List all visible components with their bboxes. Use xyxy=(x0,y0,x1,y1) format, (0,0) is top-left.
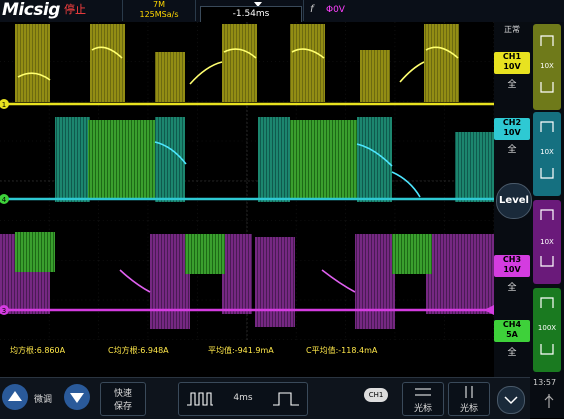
triangle-down-icon xyxy=(70,393,84,403)
triangle-up-icon xyxy=(8,391,22,401)
ch2-side-menu[interactable]: 10X xyxy=(533,112,561,196)
vertical-cursor-icon xyxy=(465,386,473,398)
chevron-down-icon xyxy=(504,396,518,405)
timebase-control[interactable]: 4ms xyxy=(178,382,308,416)
clock: 13:57 xyxy=(533,378,557,387)
quick-save-button[interactable]: 快速 保存 xyxy=(100,382,146,416)
bottom-toolbar: 微调 快速 保存 4ms CH1 光标 光标 xyxy=(0,377,530,419)
ch3-side-menu[interactable]: 10X xyxy=(533,200,561,284)
expand-menu-button[interactable] xyxy=(497,386,525,414)
fine-down-button[interactable] xyxy=(64,384,90,410)
ch4-label[interactable]: CH4 5A xyxy=(494,320,530,342)
top-status-bar: Micsig 停止 7M 125MSa/s -1.54ms f Φ0V xyxy=(0,0,564,23)
trigger-mode[interactable]: 正常 xyxy=(494,24,530,35)
ch1-label[interactable]: CH1 10V xyxy=(494,52,530,74)
run-status[interactable]: 停止 xyxy=(64,3,86,17)
ch4-side-menu[interactable]: 100X xyxy=(533,288,561,372)
time-offset-display[interactable]: -1.54ms xyxy=(200,6,302,23)
vertical-cursor-button[interactable]: 光标 xyxy=(448,382,490,416)
ch1-coupling[interactable]: 全 xyxy=(494,77,530,90)
ch3-coupling[interactable]: 全 xyxy=(494,280,530,293)
ch3-label[interactable]: CH3 10V xyxy=(494,255,530,277)
trigger-info[interactable]: f Φ0V xyxy=(303,0,494,21)
svg-text:3: 3 xyxy=(2,307,6,315)
waveform-display[interactable]: 1 4 3 xyxy=(0,22,494,340)
acquisition-info[interactable]: 7M 125MSa/s xyxy=(122,0,196,21)
svg-text:4: 4 xyxy=(2,196,7,204)
level-button[interactable]: Level xyxy=(496,183,532,219)
brand-logo: Micsig xyxy=(2,0,60,20)
horizontal-cursor-icon xyxy=(415,388,431,396)
meas-rms: 均方根:6.860A xyxy=(10,346,66,355)
ch2-label[interactable]: CH2 10V xyxy=(494,118,530,140)
meas-mean: 平均值:-941.9mA xyxy=(208,346,274,355)
fine-up-button[interactable] xyxy=(2,384,28,410)
cursor-channel-badge[interactable]: CH1 xyxy=(364,388,388,402)
fine-adjust-label: 微调 xyxy=(34,395,53,405)
usb-icon xyxy=(544,394,554,408)
timebase-decrease-icon[interactable] xyxy=(185,389,215,409)
meas-cycle-mean: C平均值:-118.4mA xyxy=(306,346,378,355)
ch1-side-menu[interactable]: 10X xyxy=(533,24,561,110)
sample-rate: 125MSa/s xyxy=(139,10,179,19)
timebase-increase-icon[interactable] xyxy=(271,389,301,409)
meas-cycle-rms: C均方根:6.948A xyxy=(108,346,169,355)
ch4-coupling[interactable]: 全 xyxy=(494,345,530,358)
ch2-coupling[interactable]: 全 xyxy=(494,142,530,155)
trigger-level: Φ0V xyxy=(326,5,345,15)
measurement-bar: 均方根:6.860A C均方根:6.948A 平均值:-941.9mA C平均值… xyxy=(0,340,494,360)
trigger-slope-icon: f xyxy=(310,4,314,15)
memory-depth: 7M xyxy=(153,0,165,9)
svg-text:1: 1 xyxy=(2,101,6,109)
horizontal-cursor-button[interactable]: 光标 xyxy=(402,382,444,416)
timebase-value: 4ms xyxy=(233,393,253,403)
